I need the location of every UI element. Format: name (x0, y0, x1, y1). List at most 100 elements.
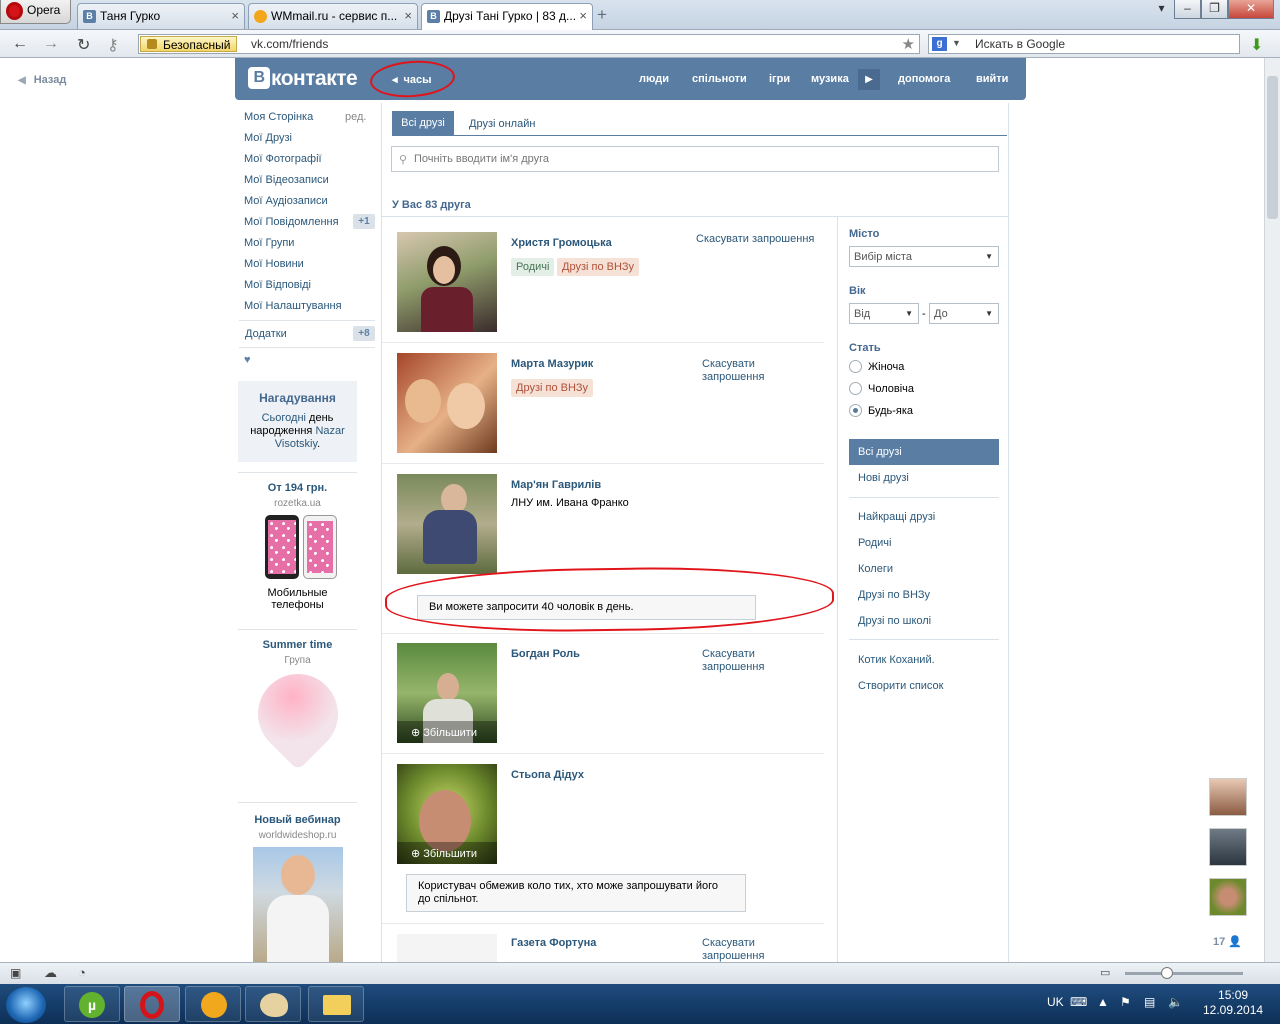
cancel-invite-link[interactable]: Скасувати (702, 358, 755, 371)
view-icon[interactable]: ▭ (1100, 966, 1110, 979)
ad-man-image[interactable] (238, 847, 357, 962)
nav-help[interactable]: допомога (898, 73, 950, 85)
tab-online-friends[interactable]: Друзі онлайн (469, 118, 535, 130)
menu-my-friends[interactable]: Мої Друзі (244, 132, 292, 144)
utorrent-taskbar-button[interactable]: µ (64, 986, 120, 1022)
cancel-invite-link[interactable]: Скасувати запрошення (696, 233, 814, 246)
cloud-icon[interactable]: ☁ (44, 965, 57, 981)
friend-photo[interactable]: ⊕ Збільшити (397, 643, 497, 743)
menu-my-videos[interactable]: Мої Відеозаписи (244, 174, 329, 186)
cancel-invite-link[interactable]: запрошення (702, 950, 764, 962)
friend-search-input[interactable]: ⚲ Почніть вводити ім'я друга (391, 146, 999, 172)
close-window-icon[interactable]: ✕ (1228, 0, 1274, 19)
zoom-overlay[interactable]: ⊕ Збільшити (397, 842, 497, 864)
menu-my-settings[interactable]: Мої Налаштування (244, 300, 342, 312)
list-best-friends[interactable]: Найкращі друзі (858, 511, 935, 523)
ad-webinar[interactable]: Новый вебинар worldwideshop.ru (238, 814, 357, 962)
paint-taskbar-button[interactable] (245, 986, 301, 1022)
reminder-name-link[interactable]: Visotskiy (275, 438, 317, 450)
language-indicator[interactable]: UK (1047, 995, 1064, 1009)
browser-tab-1[interactable]: В Таня Гурко × (77, 3, 245, 29)
bookmark-star-icon[interactable]: ★ (902, 35, 915, 53)
close-tab-icon[interactable]: × (579, 8, 587, 23)
ad-rozetka[interactable]: От 194 грн. rozetka.ua Мобильные телефон… (238, 482, 357, 611)
keyboard-icon[interactable]: ⌨ (1070, 995, 1087, 1009)
cancel-invite-link[interactable]: Скасувати (702, 937, 755, 950)
scrollbar-thumb[interactable] (1267, 76, 1278, 219)
sex-radio-any[interactable]: Будь-яка (849, 404, 913, 417)
music-play-icon[interactable]: ▶ (858, 69, 880, 90)
url-field[interactable]: Безопасный vk.com/friends ★ (138, 34, 920, 54)
friend-tag[interactable]: Друзі по ВНЗу (511, 379, 594, 397)
friend-name-link[interactable]: Мар'ян Гаврилів (511, 479, 601, 491)
forward-arrow-icon[interactable]: → (43, 35, 59, 53)
nav-communities[interactable]: спільноти (692, 73, 747, 85)
nav-logout[interactable]: вийти (976, 73, 1008, 85)
nav-music[interactable]: музика (811, 73, 849, 85)
friend-photo[interactable] (397, 232, 497, 332)
aimp-taskbar-button[interactable] (185, 986, 241, 1022)
back-arrow-icon[interactable]: ← (12, 35, 28, 53)
ad-heart-image[interactable] (238, 657, 357, 771)
list-all-friends[interactable]: Всі друзі (849, 439, 999, 465)
browser-tab-3-active[interactable]: В Друзі Тані Гурко | 83 д... × (421, 3, 593, 30)
tab-overview-icon[interactable]: ▾ (1148, 0, 1175, 19)
list-school-friends[interactable]: Друзі по школі (858, 615, 931, 627)
speed-dial-icon[interactable]: ◔ (78, 965, 86, 980)
heart-icon[interactable]: ♥ (244, 354, 251, 366)
friend-photo[interactable] (397, 474, 497, 574)
zoom-overlay[interactable]: ⊕ Збільшити (397, 721, 497, 743)
cancel-invite-link[interactable]: запрошення (702, 661, 764, 674)
key-icon[interactable]: ⚷ (107, 35, 119, 55)
windows-start-button[interactable] (6, 987, 46, 1023)
create-list-link[interactable]: Створити список (858, 680, 943, 692)
online-friend-avatar[interactable] (1209, 828, 1247, 866)
tab-all-friends[interactable]: Всі друзі (392, 111, 454, 136)
search-engine-field[interactable]: g ▼ Искать в Google (928, 34, 1240, 54)
menu-my-audio[interactable]: Мої Аудіозаписи (244, 195, 328, 207)
volume-icon[interactable]: 🔈 (1168, 995, 1183, 1009)
friend-name-link[interactable]: Христя Громоцька (511, 237, 612, 249)
friend-photo[interactable] (397, 934, 497, 962)
list-relatives[interactable]: Родичі (858, 537, 891, 549)
zoom-slider-knob[interactable] (1161, 967, 1173, 979)
menu-apps[interactable]: Додатки (245, 328, 287, 340)
city-select[interactable]: Вибір міста (849, 246, 999, 267)
ad-title[interactable]: Summer time (238, 639, 357, 651)
maximize-window-icon[interactable]: ❐ (1201, 0, 1228, 19)
close-tab-icon[interactable]: × (404, 8, 412, 23)
search-engine-dropdown-icon[interactable]: ▼ (952, 38, 961, 48)
sex-radio-male[interactable]: Чоловіча (849, 382, 914, 395)
edit-link[interactable]: ред. (345, 111, 366, 123)
back-link[interactable]: Назад (18, 74, 67, 86)
explorer-taskbar-button[interactable] (308, 986, 364, 1022)
sex-radio-female[interactable]: Жіноча (849, 360, 904, 373)
ad-summer-time[interactable]: Summer time Група (238, 639, 357, 771)
list-new-friends[interactable]: Нові друзі (858, 472, 909, 484)
ad-title[interactable]: Новый вебинар (238, 814, 357, 826)
download-arrow-icon[interactable]: ⬇ (1250, 35, 1263, 55)
friend-name-link[interactable]: Марта Мазурик (511, 358, 593, 370)
opera-taskbar-button[interactable] (124, 986, 180, 1022)
menu-my-news[interactable]: Мої Новини (244, 258, 304, 270)
reminder-name-link[interactable]: Nazar (315, 425, 344, 437)
new-tab-plus-icon[interactable]: + (597, 5, 607, 25)
friend-photo[interactable] (397, 353, 497, 453)
reminder-today-link[interactable]: Сьогодні (262, 412, 306, 424)
opera-menu-button[interactable]: Opera (0, 0, 71, 24)
panel-toggle-icon[interactable]: ▣ (10, 966, 21, 980)
cancel-invite-link[interactable]: Скасувати (702, 648, 755, 661)
browser-tab-2[interactable]: WMmail.ru - сервис п... × (248, 3, 418, 29)
close-tab-icon[interactable]: × (231, 8, 239, 23)
apps-count-badge[interactable]: +8 (353, 326, 375, 341)
friend-tag[interactable]: Друзі по ВНЗу (557, 258, 640, 276)
secure-badge[interactable]: Безопасный (140, 36, 238, 52)
zoom-slider-track[interactable] (1125, 972, 1243, 975)
action-center-flag-icon[interactable]: ⚑ (1120, 995, 1131, 1009)
tray-expand-icon[interactable]: ▲ (1097, 995, 1109, 1009)
friend-photo[interactable]: ⊕ Збільшити (397, 764, 497, 864)
list-university-friends[interactable]: Друзі по ВНЗу (858, 589, 930, 601)
list-colleagues[interactable]: Колеги (858, 563, 893, 575)
list-custom[interactable]: Котик Коханий. (858, 654, 935, 666)
friend-name-link[interactable]: Богдан Роль (511, 648, 580, 660)
